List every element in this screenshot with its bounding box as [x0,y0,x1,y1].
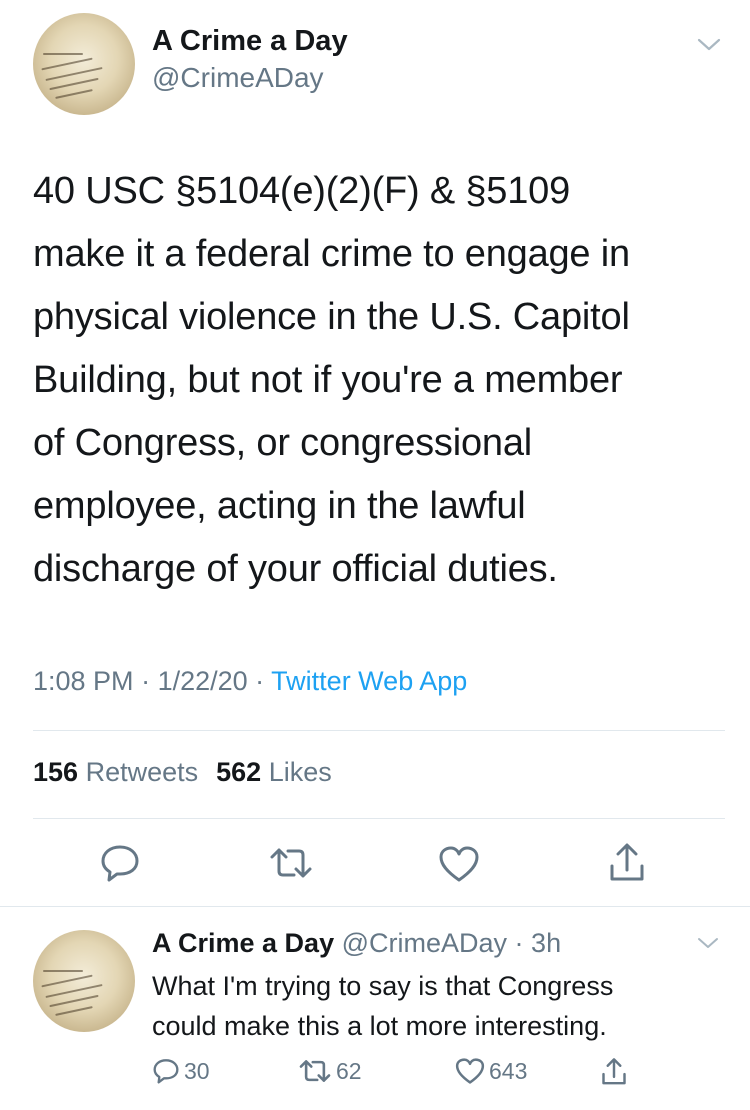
reply-retweet-button[interactable]: 62 [298,1057,362,1085]
reply-share-button[interactable] [600,1057,628,1087]
retweet-count: 62 [336,1057,362,1084]
avatar[interactable] [33,13,135,115]
retweets-stat[interactable]: 156 Retweets [33,757,198,787]
share-icon [602,1058,626,1085]
tweet-text: 40 USC §5104(e)(2)(F) & §5109 make it a … [33,170,630,590]
reply-icon[interactable] [99,843,141,883]
divider [33,818,725,819]
reply-count: 30 [184,1057,210,1084]
tweet-stats: 156 Retweets 562 Likes [33,757,332,788]
avatar[interactable] [33,930,135,1032]
author-handle[interactable]: @CrimeADay [152,62,324,94]
tweet-date: 1/22/20 [157,666,248,696]
reply-author-handle[interactable]: @CrimeADay [342,928,507,958]
divider [33,730,725,731]
retweets-label: Retweets [85,757,199,787]
retweet-icon [299,1060,331,1082]
source-app-link[interactable]: Twitter Web App [271,666,467,696]
retweets-count: 156 [33,757,79,787]
reply-age[interactable]: 3h [531,928,561,958]
reply-text: What I'm trying to say is that Congress … [152,971,614,1041]
heart-icon[interactable] [438,845,480,883]
reply-separator: · [507,928,532,958]
likes-count: 562 [216,757,262,787]
reply-reply-button[interactable]: 30 [152,1057,210,1085]
tweet-meta: 1:08 PM · 1/22/20 · Twitter Web App [33,666,467,697]
meta-separator: · [247,666,272,696]
like-count: 643 [489,1057,528,1084]
reply-author-name[interactable]: A Crime a Day [152,928,334,958]
retweet-icon[interactable] [268,845,314,881]
reply-header: A Crime a Day @CrimeADay · 3h [152,928,561,959]
likes-stat[interactable]: 562 Likes [216,757,332,787]
heart-icon [455,1058,485,1084]
share-icon[interactable] [607,842,647,884]
likes-label: Likes [268,757,332,787]
divider [0,906,750,907]
tweet-time: 1:08 PM [33,666,134,696]
reply-icon [153,1059,179,1084]
chevron-down-icon[interactable] [696,935,720,951]
author-name[interactable]: A Crime a Day [152,25,348,58]
meta-separator: · [133,666,158,696]
chevron-down-icon[interactable] [696,36,722,54]
reply-like-button[interactable]: 643 [455,1057,527,1085]
